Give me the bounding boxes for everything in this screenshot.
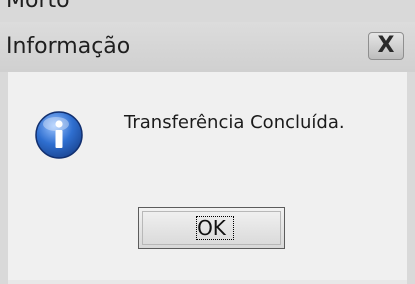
background-window-title: Morto (6, 0, 70, 13)
close-button[interactable]: X (368, 32, 404, 60)
ok-button[interactable]: OK (138, 207, 285, 249)
info-icon (35, 111, 83, 159)
dialog-body: Transferência Concluída. OK (8, 72, 407, 284)
dialog-title: Informação (6, 34, 131, 59)
message-dialog: Morto Informação X Transferência Concluí… (0, 0, 415, 284)
window-bottom-edge (8, 280, 407, 284)
ok-button-inner: OK (142, 211, 281, 245)
dialog-message: Transferência Concluída. (124, 112, 345, 133)
close-icon: X (377, 33, 395, 58)
dialog-titlebar[interactable]: Informação X (0, 22, 415, 72)
ok-button-label: OK (197, 216, 226, 240)
